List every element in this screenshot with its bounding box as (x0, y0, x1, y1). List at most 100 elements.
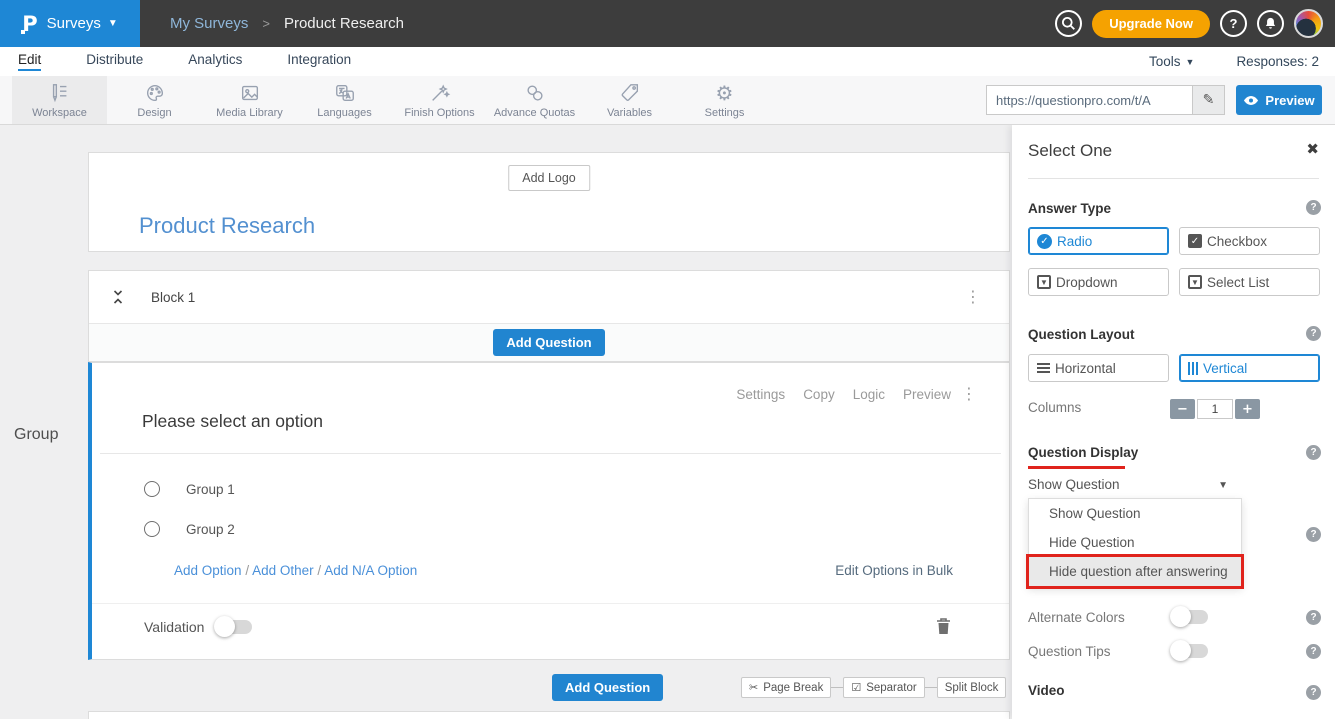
notifications-button[interactable] (1257, 10, 1284, 37)
question-card: Settings Copy Logic Preview ⋮ Please sel… (88, 362, 1010, 660)
eye-icon (1243, 95, 1259, 106)
tools-menu[interactable]: Tools ▼ (1149, 54, 1194, 69)
tab-analytics[interactable]: Analytics (188, 52, 242, 71)
menu-item-hide-after-answering[interactable]: Hide question after answering (1029, 557, 1241, 586)
question-copy-link[interactable]: Copy (803, 387, 835, 402)
menu-item-show-question[interactable]: Show Question (1029, 499, 1241, 528)
question-tips-label: Question Tips (1028, 644, 1111, 659)
toolbar-item-languages[interactable]: Languages (297, 76, 392, 124)
increment-button[interactable]: + (1235, 399, 1260, 419)
toolbar-label: Settings (705, 107, 745, 119)
add-option-link[interactable]: Add Option (174, 563, 242, 578)
toolbar-item-settings[interactable]: ⚙ Settings (677, 76, 772, 124)
edit-options-in-bulk-link[interactable]: Edit Options in Bulk (835, 563, 953, 578)
add-other-link[interactable]: Add Other (252, 563, 314, 578)
survey-url-group: https://questionpro.com/t/A ✎ (986, 85, 1225, 115)
question-text-underline (100, 453, 1001, 454)
decrement-button[interactable]: − (1170, 399, 1195, 419)
columns-value-input[interactable] (1197, 399, 1233, 419)
toolbar-item-advance-quotas[interactable]: Advance Quotas (487, 76, 582, 124)
question-tips-toggle[interactable] (1172, 644, 1208, 658)
block-title[interactable]: Block 1 (151, 290, 195, 305)
close-icon[interactable]: ✖ (1306, 140, 1319, 158)
tag-icon (619, 82, 641, 104)
survey-url-field[interactable]: https://questionpro.com/t/A (986, 85, 1192, 115)
tab-distribute[interactable]: Distribute (86, 52, 143, 71)
toolbar-item-variables[interactable]: Variables (582, 76, 677, 124)
chevron-down-icon: ▼ (108, 18, 118, 29)
toolbar-label: Variables (607, 107, 652, 119)
columns-label: Columns (1028, 400, 1081, 415)
answer-type-help-icon[interactable]: ? (1306, 200, 1321, 215)
search-button[interactable] (1055, 10, 1082, 37)
toolbar-item-media-library[interactable]: Media Library (202, 76, 297, 124)
hidden-setting-help-icon[interactable]: ? (1306, 527, 1321, 542)
option-label[interactable]: Group 2 (186, 522, 235, 537)
question-display-help-icon[interactable]: ? (1306, 445, 1321, 460)
user-avatar[interactable] (1294, 9, 1323, 38)
page-break-button[interactable]: ✂ Page Break (741, 677, 831, 698)
layout-vertical-button[interactable]: Vertical (1179, 354, 1320, 382)
radio-check-icon: ✓ (1037, 234, 1052, 249)
upgrade-now-button[interactable]: Upgrade Now (1092, 10, 1210, 38)
survey-title[interactable]: Product Research (139, 213, 315, 239)
question-type-label: Group (14, 426, 58, 444)
help-button[interactable]: ? (1220, 10, 1247, 37)
next-block-card-edge (88, 711, 1010, 719)
block-menu-icon[interactable]: ⋮ (965, 289, 981, 305)
answer-type-radio[interactable]: ✓ Radio (1028, 227, 1169, 255)
option-label[interactable]: Group 1 (186, 482, 235, 497)
delete-question-icon[interactable] (936, 617, 951, 635)
question-layout-help-icon[interactable]: ? (1306, 326, 1321, 341)
toolbar-item-finish-options[interactable]: Finish Options (392, 76, 487, 124)
question-display-menu: Show Question Hide Question Hide questio… (1028, 498, 1242, 587)
questionpro-logo-icon: P (22, 12, 37, 36)
validation-label: Validation (144, 619, 204, 635)
question-tips-help-icon[interactable]: ? (1306, 644, 1321, 659)
divider (1028, 178, 1319, 179)
add-question-button-top[interactable]: Add Question (493, 329, 604, 356)
add-logo-button[interactable]: Add Logo (508, 165, 590, 191)
checkbox-icon: ☑ (851, 681, 861, 694)
alternate-colors-toggle[interactable] (1172, 610, 1208, 624)
tab-integration[interactable]: Integration (287, 52, 351, 71)
answer-type-heading: Answer Type (1028, 201, 1111, 216)
question-preview-link[interactable]: Preview (903, 387, 951, 402)
question-logic-link[interactable]: Logic (853, 387, 885, 402)
preview-button[interactable]: Preview (1236, 85, 1322, 115)
toolbar-item-design[interactable]: Design (107, 76, 202, 124)
collapse-block-icon[interactable] (111, 290, 125, 304)
answer-option-row: Group 1 (144, 481, 235, 497)
add-na-option-link[interactable]: Add N/A Option (324, 563, 417, 578)
answer-type-select-list[interactable]: ▼ Select List (1179, 268, 1320, 296)
survey-header-card: Add Logo Product Research (88, 152, 1010, 252)
add-question-button-bottom[interactable]: Add Question (552, 674, 663, 701)
answer-option-row: Group 2 (144, 521, 235, 537)
answer-type-dropdown[interactable]: ▼ Dropdown (1028, 268, 1169, 296)
toolbar-item-workspace[interactable]: Workspace (12, 76, 107, 124)
question-display-select[interactable]: Show Question ▼ (1028, 477, 1234, 492)
layout-horizontal-button[interactable]: Horizontal (1028, 354, 1169, 382)
chevron-down-icon: ▼ (1186, 57, 1195, 67)
toolbar-label: Workspace (32, 107, 87, 119)
question-settings-link[interactable]: Settings (736, 387, 785, 402)
answer-type-checkbox[interactable]: ✓ Checkbox (1179, 227, 1320, 255)
video-help-icon[interactable]: ? (1306, 685, 1321, 700)
question-layout-heading: Question Layout (1028, 327, 1135, 342)
separator-button[interactable]: ☑ Separator (843, 677, 924, 698)
toolbar-label: Design (137, 107, 171, 119)
responses-count[interactable]: Responses: 2 (1236, 54, 1319, 69)
radio-option-icon[interactable] (144, 481, 160, 497)
alternate-colors-help-icon[interactable]: ? (1306, 610, 1321, 625)
radio-option-icon[interactable] (144, 521, 160, 537)
surveys-menu[interactable]: P Surveys ▼ (0, 0, 140, 47)
split-block-button[interactable]: Split Block (937, 677, 1007, 698)
edit-url-button[interactable]: ✎ (1192, 85, 1225, 115)
breadcrumb-my-surveys[interactable]: My Surveys (170, 15, 248, 32)
question-menu-icon[interactable]: ⋮ (961, 386, 977, 402)
question-text[interactable]: Please select an option (142, 411, 323, 432)
validation-toggle[interactable] (216, 620, 252, 634)
product-menu-label: Surveys (47, 15, 101, 32)
menu-item-hide-question[interactable]: Hide Question (1029, 528, 1241, 557)
tab-edit[interactable]: Edit (18, 52, 41, 71)
